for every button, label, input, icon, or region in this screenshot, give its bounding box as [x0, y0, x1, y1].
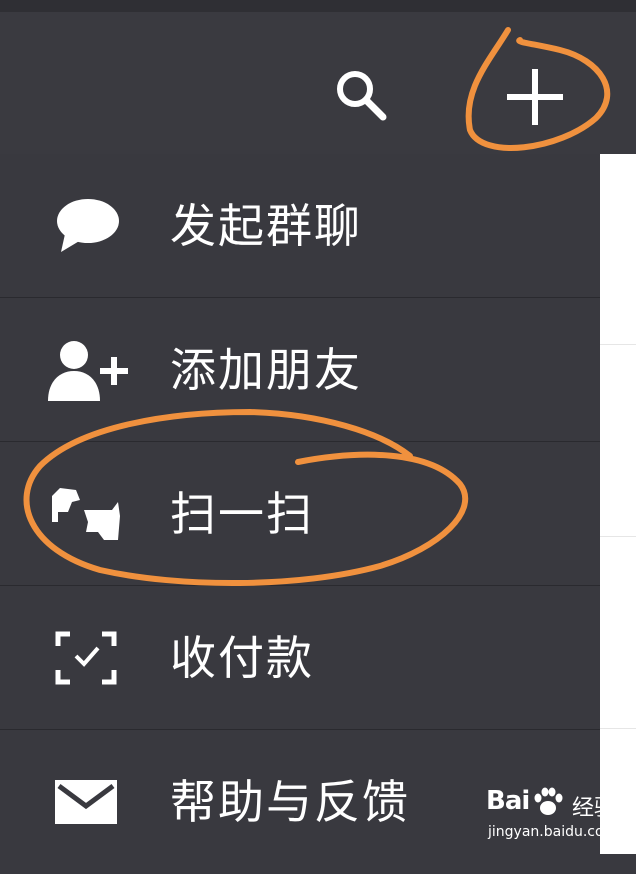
search-button[interactable] — [324, 58, 398, 132]
chat-bubble-icon — [44, 184, 128, 268]
menu-item-payment[interactable]: 收付款 — [0, 586, 600, 730]
envelope-icon — [44, 760, 128, 844]
list-divider — [600, 344, 636, 345]
baidu-jingyan-watermark: Bai 经验 jingyan.baidu.com — [486, 782, 618, 846]
menu-item-group-chat[interactable]: 发起群聊 — [0, 154, 600, 298]
add-friend-icon — [44, 328, 128, 412]
menu-item-add-friend[interactable]: 添加朋友 — [0, 298, 600, 442]
top-action-bar — [0, 12, 636, 154]
plus-dropdown-menu: 发起群聊 添加朋友 扫一扫 收付款 帮助与反馈 — [0, 154, 600, 854]
list-divider — [600, 728, 636, 729]
plus-icon — [507, 69, 563, 125]
watermark-brand: Bai — [486, 786, 530, 816]
menu-item-label: 扫一扫 — [170, 487, 314, 541]
menu-item-scan[interactable]: 扫一扫 — [0, 442, 600, 586]
menu-item-label: 发起群聊 — [170, 199, 362, 253]
search-icon — [337, 71, 387, 121]
payment-scan-icon — [44, 616, 128, 700]
watermark-brand-cn: 经验 — [572, 796, 617, 821]
scan-icon — [44, 472, 128, 556]
menu-item-label: 添加朋友 — [170, 343, 362, 397]
watermark-url: jingyan.baidu.com — [488, 824, 618, 840]
menu-item-label: 收付款 — [170, 631, 314, 685]
list-divider — [600, 536, 636, 537]
status-bar — [0, 0, 636, 12]
add-button[interactable] — [492, 54, 578, 140]
paw-icon — [534, 787, 563, 815]
background-chat-list — [600, 154, 636, 854]
menu-item-label: 帮助与反馈 — [170, 775, 410, 829]
